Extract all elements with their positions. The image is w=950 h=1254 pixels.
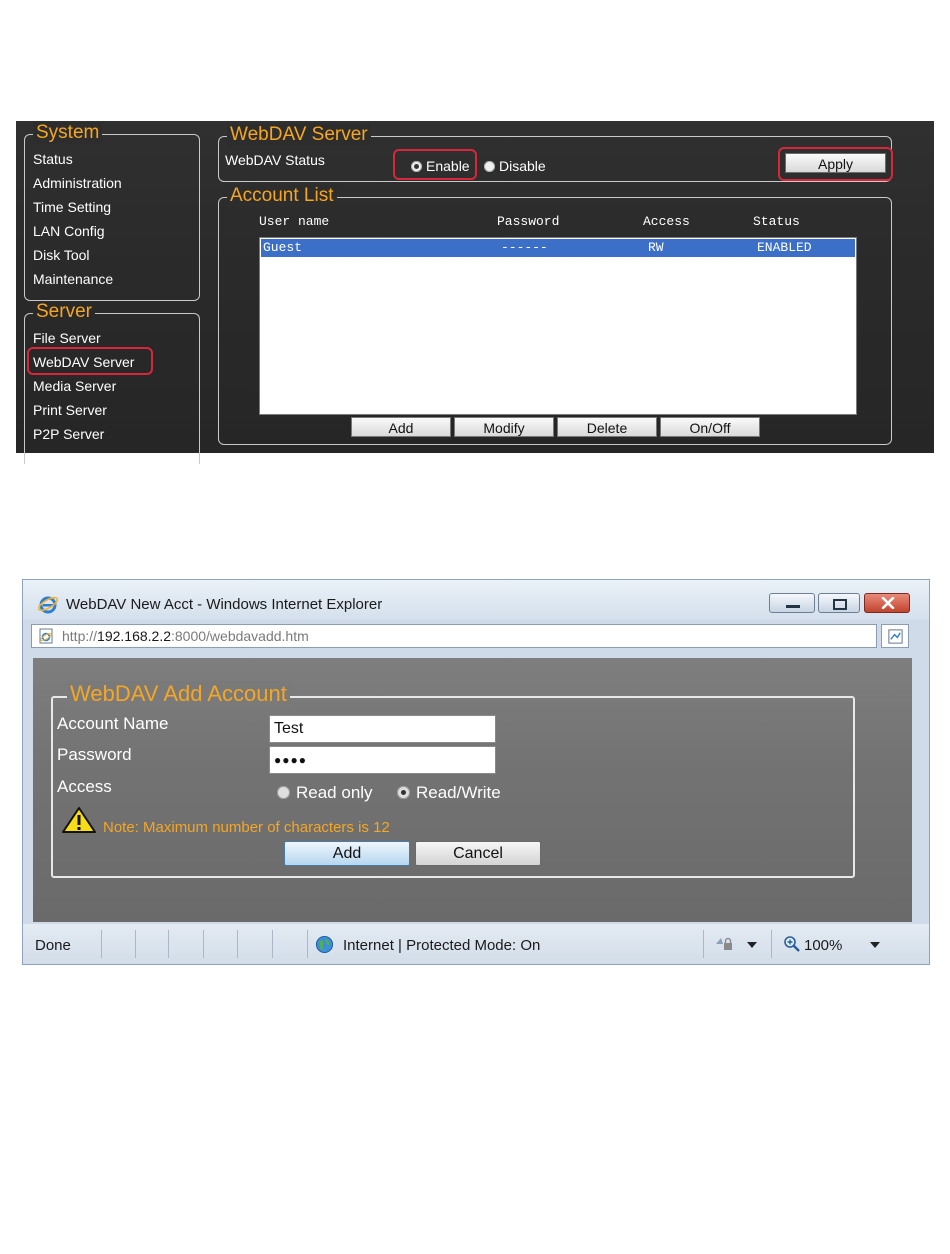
cell-access: RW: [648, 240, 664, 255]
menu-item-media-server[interactable]: Media Server: [31, 374, 134, 398]
title-bar: WebDAV New Acct - Windows Internet Explo…: [23, 580, 929, 620]
modify-button[interactable]: Modify: [454, 417, 554, 437]
add-button[interactable]: Add: [284, 841, 410, 866]
window-title: WebDAV New Acct - Windows Internet Explo…: [66, 596, 383, 613]
disable-option[interactable]: Disable: [484, 158, 546, 174]
add-account-form: WebDAV Add Account Account Name Test Pas…: [51, 681, 855, 878]
access-label: Access: [57, 777, 112, 796]
server-section: Server File Server WebDAV Server Media S…: [24, 301, 200, 464]
webdav-legend: WebDAV Server: [227, 124, 371, 146]
minimize-button[interactable]: [769, 593, 815, 613]
close-button[interactable]: [864, 593, 910, 613]
maximize-button[interactable]: [818, 593, 860, 613]
read-only-label: Read only: [296, 783, 373, 802]
enable-highlight: [393, 149, 477, 180]
read-write-label: Read/Write: [416, 783, 501, 802]
system-section: System Status Administration Time Settin…: [24, 122, 200, 301]
menu-item-lan-config[interactable]: LAN Config: [31, 219, 122, 243]
menu-item-time-setting[interactable]: Time Setting: [31, 195, 122, 219]
webdav-menu-highlight: [27, 347, 153, 375]
zoom-icon[interactable]: [783, 935, 801, 953]
disable-radio-icon[interactable]: [484, 161, 495, 172]
menu-item-status[interactable]: Status: [31, 147, 122, 171]
chevron-down-icon[interactable]: [870, 942, 880, 948]
account-list-legend: Account List: [227, 185, 337, 207]
on-off-button[interactable]: On/Off: [660, 417, 760, 437]
globe-icon: [315, 935, 334, 954]
status-bar: Done Internet | Protected Mode: On 100%: [23, 924, 929, 964]
account-name-input[interactable]: Test: [269, 715, 496, 743]
read-write-option[interactable]: Read/Write: [397, 783, 501, 803]
webdav-server-config-panel: System Status Administration Time Settin…: [16, 121, 934, 464]
table-row[interactable]: Guest ------ RW ENABLED: [261, 239, 855, 257]
address-bar[interactable]: http://192.168.2.2:8000/webdavadd.htm: [31, 624, 877, 648]
column-header-user-name: User name: [259, 214, 330, 229]
column-header-status: Status: [753, 214, 800, 229]
status-done: Done: [35, 937, 71, 954]
compatibility-view-button[interactable]: [881, 624, 909, 648]
menu-item-maintenance[interactable]: Maintenance: [31, 267, 122, 291]
maximize-icon: [833, 599, 847, 610]
internet-explorer-icon: [37, 596, 59, 614]
password-label: Password: [57, 745, 132, 764]
menu-item-print-server[interactable]: Print Server: [31, 398, 134, 422]
server-legend: Server: [33, 301, 95, 323]
chevron-down-icon[interactable]: [747, 942, 757, 948]
add-button[interactable]: Add: [351, 417, 451, 437]
column-header-password: Password: [497, 214, 560, 229]
read-write-radio-icon[interactable]: [397, 786, 410, 799]
account-name-label: Account Name: [57, 714, 169, 733]
close-icon: [881, 597, 895, 609]
read-only-radio-icon[interactable]: [277, 786, 290, 799]
cell-password: ------: [501, 240, 548, 255]
apply-highlight: [778, 147, 893, 181]
cell-status: ENABLED: [757, 240, 812, 255]
webdav-status-label: WebDAV Status: [225, 152, 325, 168]
warning-icon: [62, 807, 96, 833]
zoom-level[interactable]: 100%: [804, 937, 842, 954]
system-menu: Status Administration Time Setting LAN C…: [31, 147, 122, 291]
read-only-option[interactable]: Read only: [277, 783, 373, 803]
menu-item-p2p-server[interactable]: P2P Server: [31, 422, 134, 446]
lock-icon[interactable]: [713, 935, 735, 953]
server-menu: File Server WebDAV Server Media Server P…: [31, 326, 134, 446]
minimize-icon: [786, 605, 800, 608]
ie-window: WebDAV New Acct - Windows Internet Explo…: [22, 579, 930, 965]
url-text[interactable]: http://192.168.2.2:8000/webdavadd.htm: [62, 628, 309, 644]
account-list[interactable]: Guest ------ RW ENABLED: [259, 237, 857, 415]
cancel-button[interactable]: Cancel: [415, 841, 541, 866]
page-icon: [39, 628, 53, 644]
system-legend: System: [33, 122, 103, 144]
menu-item-administration[interactable]: Administration: [31, 171, 122, 195]
cell-user: Guest: [263, 240, 303, 255]
compatibility-icon: [888, 629, 903, 644]
menu-item-disk-tool[interactable]: Disk Tool: [31, 243, 122, 267]
security-zone: Internet | Protected Mode: On: [343, 937, 541, 954]
max-characters-note: Note: Maximum number of characters is 12: [103, 819, 390, 836]
password-input[interactable]: ●●●●: [269, 746, 496, 774]
disable-label: Disable: [499, 158, 546, 174]
page-content: WebDAV Add Account Account Name Test Pas…: [33, 658, 912, 922]
delete-button[interactable]: Delete: [557, 417, 657, 437]
column-header-access: Access: [643, 214, 690, 229]
form-legend: WebDAV Add Account: [67, 681, 290, 707]
